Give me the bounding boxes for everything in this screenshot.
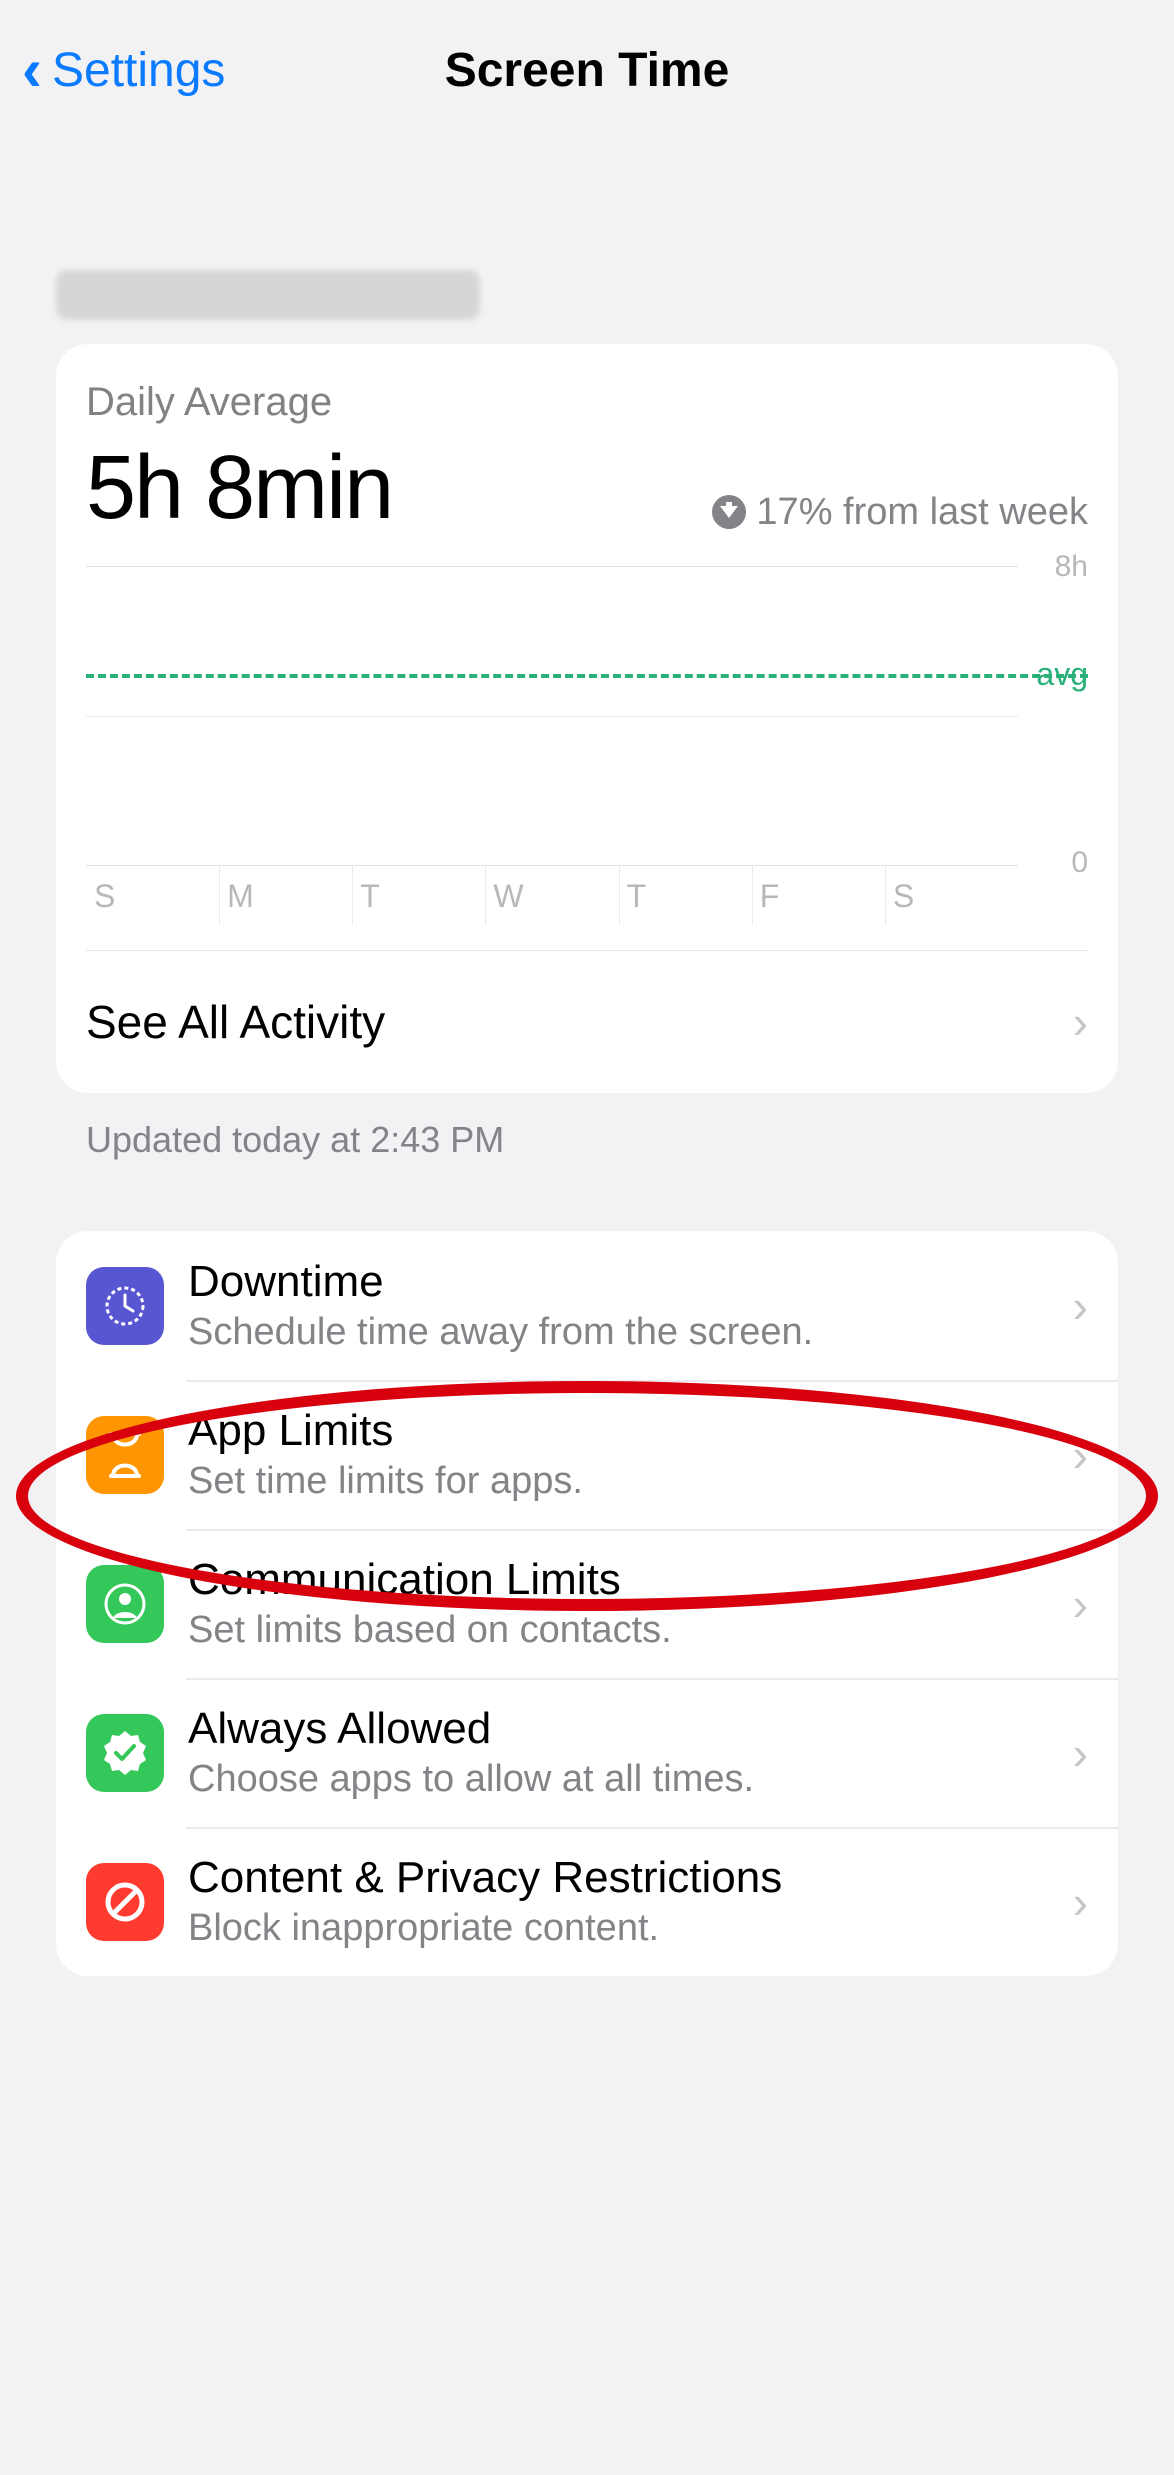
option-subtitle: Schedule time away from the screen.: [188, 1311, 1073, 1354]
no-sign-icon: [86, 1863, 164, 1941]
back-button[interactable]: ‹ Settings: [22, 40, 225, 100]
updated-timestamp: Updated today at 2:43 PM: [0, 1093, 1174, 1161]
chevron-right-icon: ›: [1073, 1279, 1088, 1333]
x-axis-label: F: [752, 866, 885, 926]
device-name-redacted: DEVICE NAME HEADER: [56, 270, 480, 320]
option-title: Always Allowed: [188, 1704, 1073, 1754]
option-subtitle: Block inappropriate content.: [188, 1907, 1073, 1950]
option-subtitle: Set limits based on contacts.: [188, 1609, 1073, 1652]
x-axis-label: T: [352, 866, 485, 926]
delta-from-last-week: 17% from last week: [712, 491, 1088, 534]
average-line-label: avg: [1036, 656, 1088, 693]
option-subtitle: Choose apps to allow at all times.: [188, 1758, 1073, 1801]
section-header: DEVICE NAME HEADER: [0, 130, 1174, 344]
hourglass-icon: [86, 1416, 164, 1494]
option-title: Communication Limits: [188, 1555, 1073, 1605]
chevron-right-icon: ›: [1073, 1726, 1088, 1780]
option-communication-limits[interactable]: Communication Limits Set limits based on…: [56, 1529, 1118, 1678]
y-axis-top-label: 8h: [1055, 550, 1088, 584]
daily-average-value: 5h 8min: [86, 437, 392, 540]
options-list: Downtime Schedule time away from the scr…: [56, 1231, 1118, 1976]
see-all-activity-row[interactable]: See All Activity ›: [86, 950, 1088, 1093]
option-downtime[interactable]: Downtime Schedule time away from the scr…: [56, 1231, 1118, 1380]
x-axis-label: T: [619, 866, 752, 926]
daily-average-label: Daily Average: [86, 380, 1088, 425]
option-content-privacy[interactable]: Content & Privacy Restrictions Block ina…: [56, 1827, 1118, 1976]
usage-summary-card: Daily Average 5h 8min 17% from last week…: [56, 344, 1118, 1093]
checkmark-seal-icon: [86, 1714, 164, 1792]
chevron-right-icon: ›: [1073, 1428, 1088, 1482]
option-title: Content & Privacy Restrictions: [188, 1853, 1073, 1903]
option-title: Downtime: [188, 1257, 1073, 1307]
see-all-activity-label: See All Activity: [86, 995, 385, 1049]
option-subtitle: Set time limits for apps.: [188, 1460, 1073, 1503]
usage-bar-chart: 8h avg 0 SMTWTFS: [86, 566, 1088, 926]
nav-bar: ‹ Settings Screen Time: [0, 0, 1174, 130]
chevron-left-icon: ‹: [22, 40, 42, 100]
x-axis-label: M: [219, 866, 352, 926]
option-always-allowed[interactable]: Always Allowed Choose apps to allow at a…: [56, 1678, 1118, 1827]
option-app-limits[interactable]: App Limits Set time limits for apps. ›: [56, 1380, 1118, 1529]
y-axis-bottom-label: 0: [1071, 846, 1088, 880]
downtime-icon: [86, 1267, 164, 1345]
chevron-right-icon: ›: [1073, 1577, 1088, 1631]
back-label: Settings: [52, 43, 225, 98]
page-title: Screen Time: [445, 43, 730, 98]
x-axis-label: S: [885, 866, 1018, 926]
option-title: App Limits: [188, 1406, 1073, 1456]
chevron-right-icon: ›: [1073, 1875, 1088, 1929]
arrow-down-circle-icon: [712, 495, 746, 529]
x-axis-label: S: [86, 866, 219, 926]
x-axis-label: W: [485, 866, 618, 926]
chevron-right-icon: ›: [1073, 995, 1088, 1049]
delta-text: 17% from last week: [756, 491, 1088, 534]
person-circle-icon: [86, 1565, 164, 1643]
